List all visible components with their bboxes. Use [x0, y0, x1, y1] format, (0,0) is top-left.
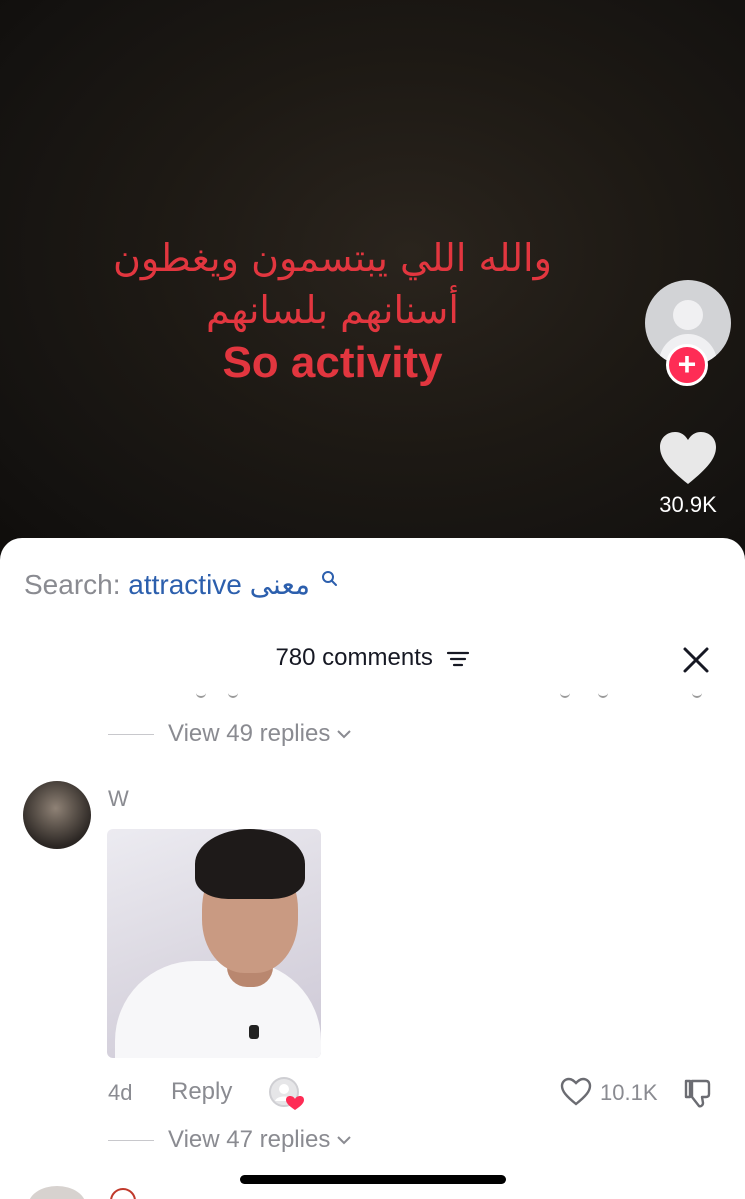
video-caption-overlay: والله اللي يبتسمون ويغطون أسنانهم بلسانه… — [0, 232, 665, 390]
heart-icon[interactable] — [658, 430, 718, 486]
overlay-arabic-line-2: أسنانهم بلسانهم — [206, 288, 459, 332]
chevron-down-icon — [337, 1136, 352, 1145]
reply-button[interactable]: Reply — [171, 1078, 232, 1106]
next-commenter-badge — [110, 1188, 136, 1199]
view-replies-button[interactable]: View 47 replies — [108, 1126, 352, 1154]
view-replies-button[interactable]: View 49 replies — [108, 720, 352, 748]
search-prefix: Search: — [24, 569, 121, 600]
close-icon[interactable] — [682, 646, 710, 674]
previous-comment-cutoff — [0, 686, 745, 700]
comments-sheet: Search: attractive معنى 780 comments Vie… — [0, 538, 745, 1199]
comment-timestamp: 4d — [108, 1080, 133, 1105]
view-replies-label: View 49 replies — [168, 720, 331, 747]
commenter-avatar[interactable] — [23, 781, 91, 849]
divider — [108, 1139, 154, 1141]
overlay-arabic-line-1: والله اللي يبتسمون ويغطون — [113, 236, 552, 280]
home-indicator[interactable] — [240, 1175, 506, 1184]
comments-header: 780 comments — [0, 644, 745, 672]
chevron-down-icon — [337, 730, 352, 739]
divider — [108, 733, 154, 735]
comment-image[interactable] — [107, 829, 321, 1058]
comment-author[interactable]: W — [108, 786, 129, 812]
comments-count: 780 comments — [275, 644, 433, 671]
follow-button[interactable]: + — [666, 344, 708, 386]
overlay-english-line: So activity — [222, 338, 443, 387]
dislike-icon[interactable] — [682, 1077, 714, 1109]
comment-actions: 4d Reply 10.1K — [108, 1076, 728, 1110]
comment-like-count: 10.1K — [600, 1080, 658, 1105]
video-player[interactable]: والله اللي يبتسمون ويغطون أسنانهم بلسانه… — [0, 0, 745, 560]
view-replies-label: View 47 replies — [168, 1126, 331, 1153]
video-like-count: 30.9K — [659, 492, 717, 517]
search-icon — [321, 571, 337, 586]
creator-liked-icon — [269, 1077, 304, 1110]
heart-icon[interactable] — [560, 1077, 592, 1107]
next-commenter-avatar[interactable] — [28, 1186, 86, 1199]
sort-icon[interactable] — [446, 649, 470, 669]
search-term-link[interactable]: attractive معنى — [128, 569, 310, 600]
search-suggestion[interactable]: Search: attractive معنى — [24, 568, 338, 601]
